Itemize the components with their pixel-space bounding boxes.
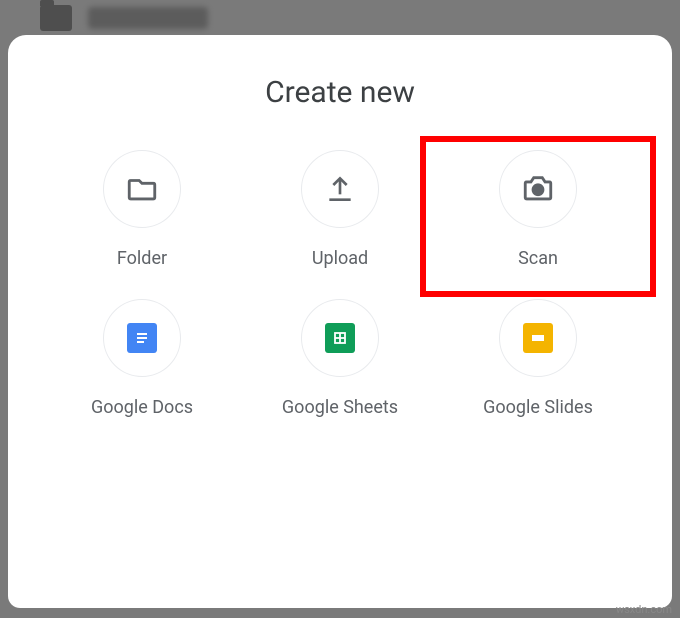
upload-icon-circle — [301, 150, 379, 228]
option-label: Upload — [312, 248, 368, 269]
blurred-title — [88, 7, 208, 29]
background-header — [40, 5, 208, 31]
option-google-sheets[interactable]: Google Sheets — [246, 299, 434, 418]
docs-icon — [127, 323, 157, 353]
option-upload[interactable]: Upload — [246, 150, 434, 269]
folder-icon-circle — [103, 150, 181, 228]
scan-icon-circle — [499, 150, 577, 228]
option-google-docs[interactable]: Google Docs — [48, 299, 236, 418]
watermark: wsxdn.com — [616, 603, 672, 616]
option-folder[interactable]: Folder — [48, 150, 236, 269]
slides-icon — [523, 323, 553, 353]
option-label: Google Slides — [483, 397, 593, 418]
modal-title: Create new — [28, 75, 652, 110]
option-label: Scan — [518, 248, 558, 269]
create-new-modal: Create new Folder Upload — [8, 35, 672, 608]
option-google-slides[interactable]: Google Slides — [444, 299, 632, 418]
folder-icon — [40, 5, 72, 31]
camera-icon — [521, 172, 555, 206]
options-grid: Folder Upload Scan — [28, 150, 652, 418]
option-label: Google Docs — [91, 397, 193, 418]
option-scan[interactable]: Scan — [420, 136, 656, 297]
sheets-icon — [325, 323, 355, 353]
folder-icon — [125, 172, 159, 206]
sheets-icon-circle — [301, 299, 379, 377]
option-label: Google Sheets — [282, 397, 398, 418]
slides-icon-circle — [499, 299, 577, 377]
docs-icon-circle — [103, 299, 181, 377]
option-label: Folder — [117, 248, 167, 269]
upload-icon — [324, 173, 356, 205]
